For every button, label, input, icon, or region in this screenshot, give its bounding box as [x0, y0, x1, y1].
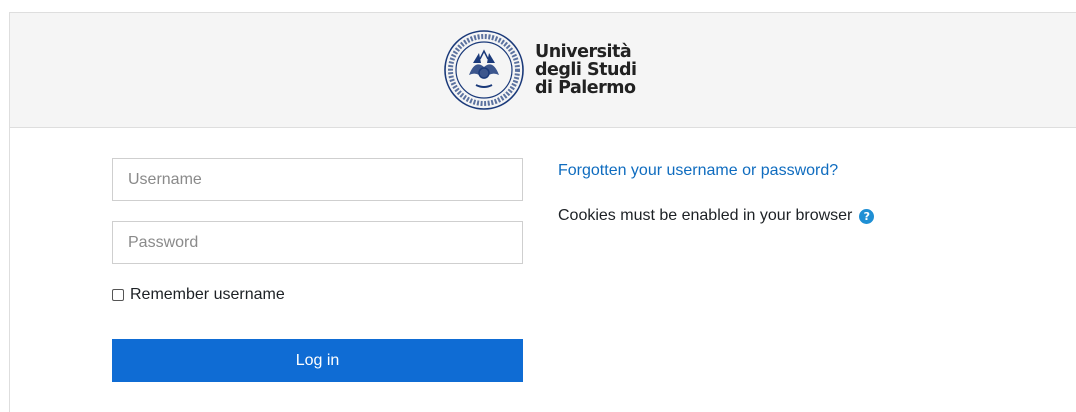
login-page: Università degli Studi di Palermo Rememb… — [0, 0, 1076, 412]
university-logo: Università degli Studi di Palermo — [443, 25, 637, 115]
cookies-text: Cookies must be enabled in your browser — [558, 207, 853, 224]
remember-username[interactable]: Remember username — [112, 286, 285, 304]
university-seal-icon — [444, 30, 524, 110]
login-header: Università degli Studi di Palermo — [10, 13, 1076, 128]
password-input[interactable] — [112, 221, 523, 264]
help-icon[interactable]: ? — [859, 208, 875, 224]
cookies-notice: Cookies must be enabled in your browser … — [558, 207, 875, 225]
university-name-line1: Università — [535, 42, 632, 62]
username-input[interactable] — [112, 158, 523, 201]
university-name: Università degli Studi di Palermo — [535, 42, 637, 98]
remember-username-checkbox[interactable] — [112, 289, 124, 301]
remember-username-label: Remember username — [130, 286, 285, 303]
university-name-line2: degli Studi — [535, 60, 637, 80]
forgot-password-link[interactable]: Forgotten your username or password? — [558, 162, 838, 180]
login-button[interactable]: Log in — [112, 339, 523, 382]
university-name-line3: di Palermo — [535, 78, 636, 98]
